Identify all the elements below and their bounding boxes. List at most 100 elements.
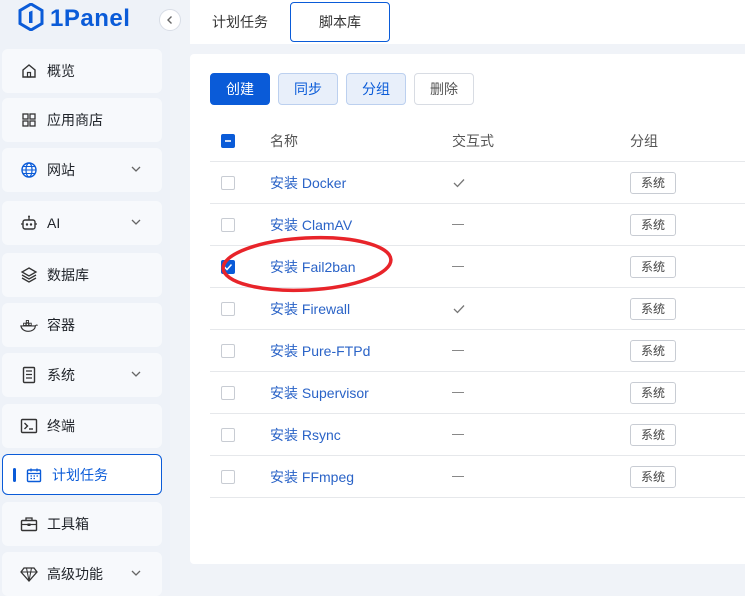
- check-icon: [453, 178, 465, 187]
- chevron-down-icon: [131, 570, 141, 576]
- indeterminate-icon: [225, 140, 231, 142]
- table-row[interactable]: 安装 Firewall 系统: [210, 288, 745, 330]
- logo-icon: [18, 1, 44, 36]
- globe-icon: [20, 161, 38, 179]
- group-tag: 系统: [630, 297, 677, 320]
- sidebar-item-label: 高级功能: [47, 566, 103, 582]
- sidebar-item-label: 网站: [47, 162, 75, 178]
- script-name-link[interactable]: 安装 ClamAV: [270, 215, 352, 235]
- table-row[interactable]: 安装 Supervisor 系统: [210, 372, 745, 414]
- sidebar-item-label: AI: [47, 215, 61, 231]
- sidebar-item-label: 概览: [47, 63, 75, 79]
- group-tag: 系统: [630, 465, 677, 488]
- sidebar-item-website[interactable]: 网站: [2, 148, 162, 192]
- sidebar-item-label: 容器: [47, 317, 75, 333]
- script-name-link[interactable]: 安装 Fail2ban: [270, 257, 356, 277]
- row-checkbox[interactable]: [221, 217, 235, 232]
- sidebar: 1Panel 概览 应用商店 网站 AI 数据库 容器 系统 终端 计划任务 工…: [0, 0, 181, 596]
- sidebar-item-label: 计划任务: [52, 466, 108, 483]
- script-name-link[interactable]: 安装 Docker: [270, 173, 346, 193]
- sidebar-item-app-store[interactable]: 应用商店: [2, 98, 162, 142]
- script-name-link[interactable]: 安装 FFmpeg: [270, 467, 354, 487]
- sidebar-item-toolbox[interactable]: 工具箱: [2, 502, 162, 546]
- sidebar-item-system[interactable]: 系统: [2, 353, 162, 397]
- table-row[interactable]: 安装 ClamAV 系统: [210, 204, 745, 246]
- sidebar-item-label: 数据库: [47, 267, 89, 283]
- sidebar-item-advanced[interactable]: 高级功能: [2, 552, 162, 596]
- scripts-table: 名称 交互式 分组 安装 Docker 系统 安装 ClamAV 系统 安装 F…: [210, 121, 745, 498]
- group-tag: 系统: [630, 171, 677, 194]
- column-header-group[interactable]: 分组: [630, 121, 658, 161]
- robot-icon: [20, 214, 38, 232]
- dash-icon: [452, 475, 464, 478]
- tabs-bar: 计划任务 脚本库: [190, 0, 745, 44]
- chevron-down-icon: [131, 166, 141, 172]
- chevron-down-icon: [131, 371, 141, 377]
- script-name-link[interactable]: 安装 Pure-FTPd: [270, 341, 370, 361]
- sidebar-item-ai[interactable]: AI: [2, 201, 162, 245]
- column-header-interactive[interactable]: 交互式: [452, 121, 494, 161]
- sidebar-item-label: 系统: [47, 367, 75, 383]
- collapse-sidebar-button[interactable]: [159, 9, 181, 31]
- server-icon: [20, 366, 38, 384]
- row-checkbox[interactable]: [221, 469, 235, 484]
- tab-script-library[interactable]: 脚本库: [290, 2, 390, 42]
- script-name-link[interactable]: 安装 Firewall: [270, 299, 350, 319]
- docker-whale-icon: [20, 316, 38, 334]
- group-tag: 系统: [630, 213, 677, 236]
- sidebar-item-terminal[interactable]: 终端: [2, 404, 162, 448]
- active-indicator: [13, 467, 16, 482]
- delete-button[interactable]: 删除: [414, 73, 474, 105]
- table-row[interactable]: 安装 Pure-FTPd 系统: [210, 330, 745, 372]
- column-header-name[interactable]: 名称: [270, 121, 298, 161]
- script-name-link[interactable]: 安装 Supervisor: [270, 383, 369, 403]
- table-header: 名称 交互式 分组: [210, 121, 745, 162]
- sidebar-item-container[interactable]: 容器: [2, 303, 162, 347]
- row-checkbox[interactable]: [221, 301, 235, 316]
- sidebar-item-label: 应用商店: [47, 112, 103, 128]
- dash-icon: [452, 223, 464, 226]
- row-checkbox[interactable]: [221, 343, 235, 358]
- dashboard-icon: [20, 62, 38, 80]
- dash-icon: [452, 391, 464, 394]
- sidebar-item-overview[interactable]: 概览: [2, 49, 162, 93]
- script-library-panel: 创建 同步 分组 删除 名称 交互式 分组 安装 Docker 系统 安装 Cl…: [190, 54, 745, 564]
- table-row[interactable]: 安装 FFmpeg 系统: [210, 456, 745, 498]
- group-button[interactable]: 分组: [346, 73, 406, 105]
- chevron-down-icon: [131, 219, 141, 225]
- apps-grid-icon: [20, 111, 38, 129]
- calendar-icon: [25, 466, 43, 484]
- checkmark-icon: [223, 263, 233, 271]
- group-tag: 系统: [630, 381, 677, 404]
- group-tag: 系统: [630, 423, 677, 446]
- diamond-icon: [20, 565, 38, 583]
- dash-icon: [452, 265, 464, 268]
- sync-button[interactable]: 同步: [278, 73, 338, 105]
- script-name-link[interactable]: 安装 Rsync: [270, 425, 341, 445]
- logo[interactable]: 1Panel: [18, 1, 131, 36]
- sidebar-item-database[interactable]: 数据库: [2, 253, 162, 297]
- table-row[interactable]: 安装 Docker 系统: [210, 162, 745, 204]
- tab-cronjob[interactable]: 计划任务: [190, 2, 290, 42]
- group-tag: 系统: [630, 339, 677, 362]
- database-layers-icon: [20, 266, 38, 284]
- sidebar-item-label: 工具箱: [47, 516, 89, 532]
- sidebar-item-label: 终端: [47, 418, 75, 434]
- row-checkbox[interactable]: [221, 385, 235, 400]
- chevron-left-icon: [167, 16, 172, 24]
- toolbar: 创建 同步 分组 删除: [210, 73, 474, 105]
- row-checkbox[interactable]: [221, 259, 235, 274]
- terminal-icon: [20, 417, 38, 435]
- table-row[interactable]: 安装 Fail2ban 系统: [210, 246, 745, 288]
- dash-icon: [452, 433, 464, 436]
- toolbox-icon: [20, 515, 38, 533]
- row-checkbox[interactable]: [221, 427, 235, 442]
- table-row[interactable]: 安装 Rsync 系统: [210, 414, 745, 456]
- check-icon: [453, 304, 465, 313]
- sidebar-item-cronjob[interactable]: 计划任务: [2, 454, 162, 495]
- create-button[interactable]: 创建: [210, 73, 270, 105]
- group-tag: 系统: [630, 255, 677, 278]
- select-all-checkbox[interactable]: [221, 134, 235, 148]
- logo-text: 1Panel: [50, 5, 131, 32]
- row-checkbox[interactable]: [221, 175, 235, 190]
